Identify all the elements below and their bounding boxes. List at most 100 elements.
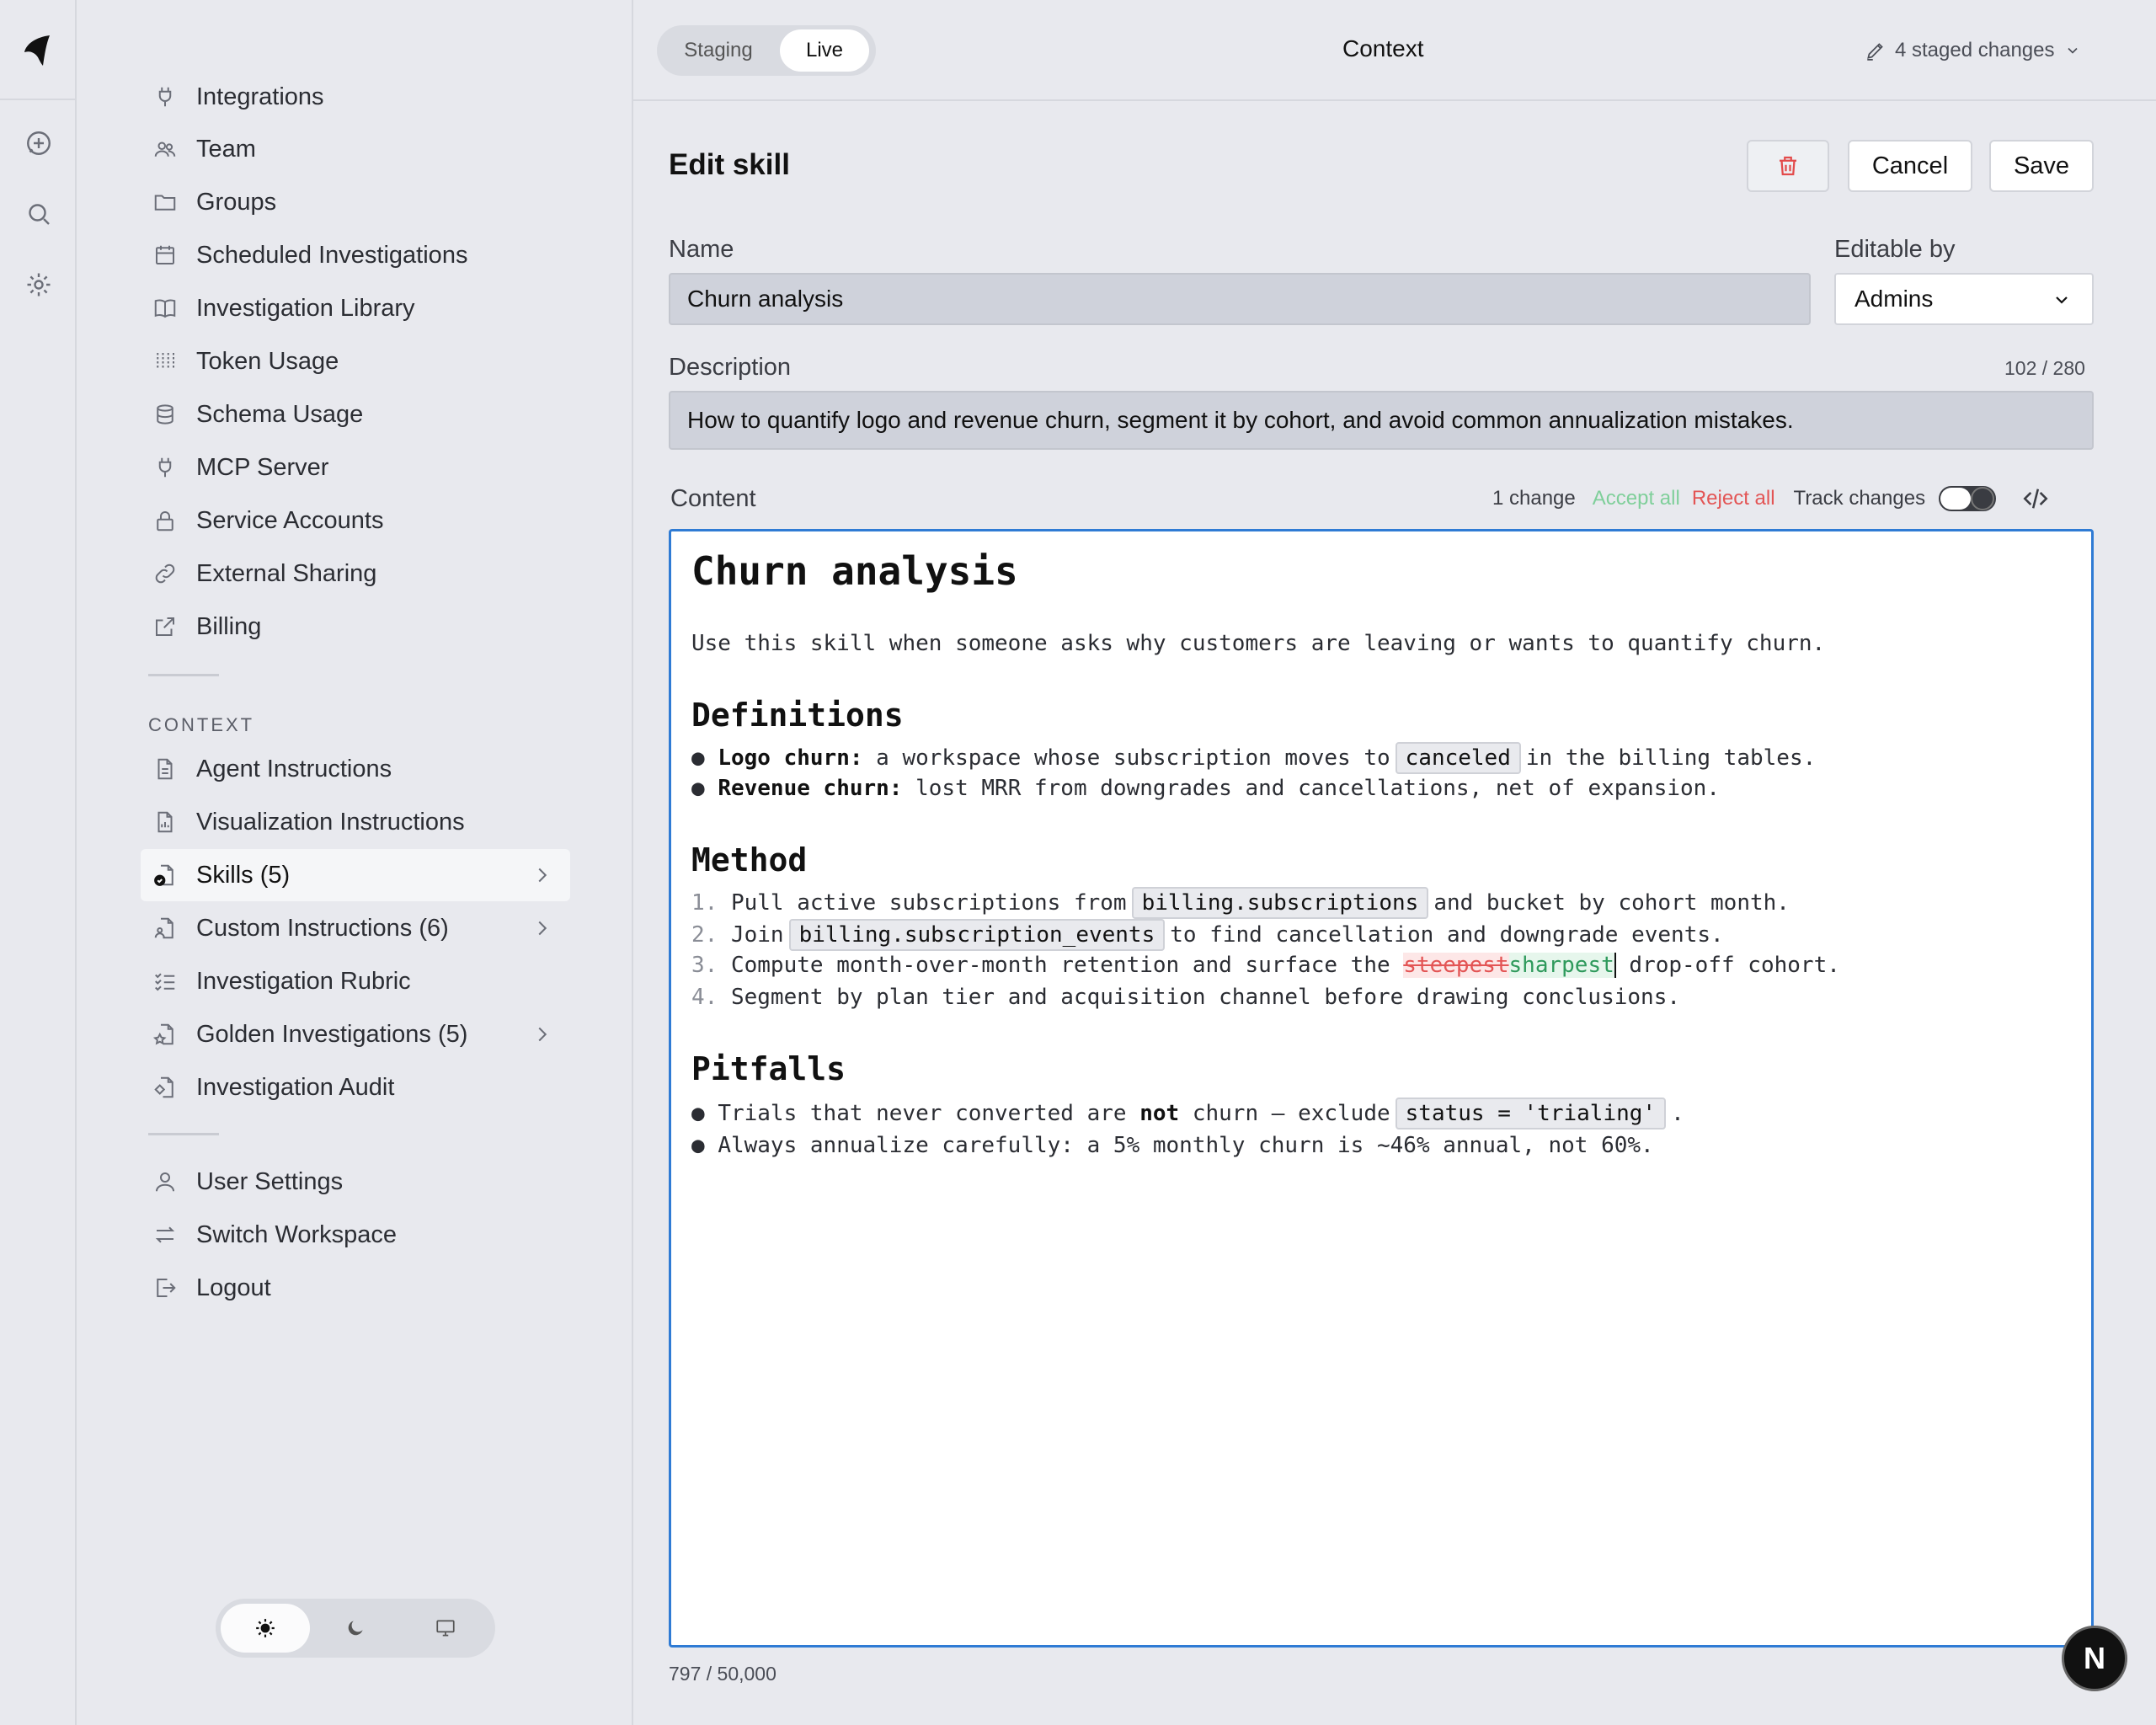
sidebar-item-label: Service Accounts	[196, 506, 384, 534]
track-changes-toggle[interactable]	[1939, 486, 1997, 511]
list-item: ● Trials that never converted are not ch…	[691, 1097, 1684, 1130]
main-panel: Staging Live Context 4 staged changes Ed…	[633, 0, 2156, 1725]
change-toolbar: 1 change Accept all Reject all Track cha…	[1492, 482, 2050, 515]
sidebar-item-label: Scheduled Investigations	[196, 241, 468, 269]
sidebar-item-external-sharing[interactable]: External Sharing	[141, 547, 570, 600]
editable-by-label: Editable by	[1834, 236, 1956, 263]
sidebar-item-visualization-instructions[interactable]: Visualization Instructions	[141, 796, 570, 848]
content-label: Content	[670, 485, 756, 512]
sidebar-item-custom-instructions[interactable]: Custom Instructions (6)	[141, 902, 570, 954]
sidebar-item-agent-instructions[interactable]: Agent Instructions	[141, 743, 570, 795]
light-theme-button[interactable]	[221, 1604, 310, 1653]
text: drop-off cohort.	[1615, 953, 1840, 978]
sidebar-item-investigation-rubric[interactable]: Investigation Rubric	[141, 955, 570, 1007]
rail-divider	[0, 99, 77, 100]
assistant-fab-button[interactable]: N	[2062, 1626, 2127, 1691]
sidebar-item-investigation-library[interactable]: Investigation Library	[141, 282, 570, 334]
sidebar-item-switch-workspace[interactable]: Switch Workspace	[141, 1209, 570, 1261]
sidebar-item-label: Visualization Instructions	[196, 808, 465, 836]
trash-icon	[1780, 156, 1796, 176]
search-icon[interactable]	[24, 199, 54, 229]
sidebar-item-label: MCP Server	[196, 453, 329, 481]
plug-icon	[152, 455, 178, 480]
accept-all-button[interactable]: Accept all	[1593, 487, 1680, 510]
change-count: 1 change	[1492, 487, 1576, 510]
name-input[interactable]: Churn analysis	[669, 273, 1811, 325]
deleted-text[interactable]: steepest	[1403, 953, 1509, 978]
settings-sidebar: Integrations Team Groups Scheduled Inves…	[77, 0, 633, 1725]
bold-text: Logo churn:	[718, 745, 863, 771]
sidebar-item-token-usage[interactable]: Token Usage	[141, 335, 570, 387]
sidebar-item-logout[interactable]: Logout	[141, 1262, 570, 1314]
sidebar-item-label: Investigation Audit	[196, 1073, 395, 1101]
sidebar-item-label: Logout	[196, 1274, 271, 1301]
sidebar-item-label: Team	[196, 135, 256, 163]
sidebar-item-label: Agent Instructions	[196, 755, 392, 782]
list-number: 1.	[691, 890, 718, 916]
save-button[interactable]: Save	[1989, 140, 2094, 192]
toggle-track	[1940, 488, 1972, 510]
cancel-button[interactable]: Cancel	[1848, 140, 1972, 192]
sidebar-item-label: Golden Investigations (5)	[196, 1020, 468, 1048]
inserted-text[interactable]: sharpest	[1508, 953, 1616, 978]
staging-tab[interactable]: Staging	[664, 29, 773, 72]
content-char-count: 797 / 50,000	[669, 1663, 776, 1685]
logo-icon[interactable]	[21, 32, 56, 67]
sidebar-item-scheduled-investigations[interactable]: Scheduled Investigations	[141, 229, 570, 281]
sidebar-item-label: Investigation Rubric	[196, 967, 411, 995]
sidebar-item-schema-usage[interactable]: Schema Usage	[141, 388, 570, 441]
doc-heading-definitions: Definitions	[691, 697, 904, 734]
bullet: ●	[691, 1133, 718, 1158]
settings-icon[interactable]	[24, 270, 54, 300]
reject-all-button[interactable]: Reject all	[1692, 487, 1775, 510]
dark-theme-button[interactable]	[311, 1604, 400, 1653]
sidebar-item-skills[interactable]: Skills (5)	[141, 849, 570, 901]
sidebar-item-label: Integrations	[196, 83, 324, 110]
chevron-down-icon	[2056, 296, 2068, 304]
sidebar-item-groups[interactable]: Groups	[141, 176, 570, 228]
sidebar-item-integrations[interactable]: Integrations	[141, 71, 570, 123]
file-icon	[152, 756, 178, 782]
sidebar-item-label: Custom Instructions (6)	[196, 914, 449, 942]
sidebar-item-investigation-audit[interactable]: Investigation Audit	[141, 1061, 570, 1114]
environment-toggle: Staging Live	[657, 25, 876, 76]
sidebar-item-service-accounts[interactable]: Service Accounts	[141, 494, 570, 547]
file-star-icon	[152, 1022, 178, 1047]
sidebar-item-team[interactable]: Team	[141, 123, 570, 175]
bullet: ●	[691, 745, 718, 771]
live-tab[interactable]: Live	[780, 29, 869, 72]
sidebar-item-billing[interactable]: Billing	[141, 601, 570, 653]
sidebar-item-label: Billing	[196, 612, 262, 640]
description-input[interactable]: How to quantify logo and revenue churn, …	[669, 391, 2094, 450]
name-label: Name	[669, 236, 734, 263]
context-section-label: CONTEXT	[148, 714, 255, 735]
system-theme-button[interactable]	[401, 1604, 490, 1653]
logout-icon	[152, 1275, 178, 1300]
new-chat-icon[interactable]	[24, 128, 54, 158]
chevron-right-icon	[530, 1022, 555, 1047]
file-check-icon	[152, 862, 178, 888]
staged-changes-dropdown[interactable]: 4 staged changes	[1865, 34, 2089, 67]
inline-code: billing.subscriptions	[1131, 887, 1429, 919]
delete-button[interactable]	[1747, 140, 1829, 192]
sidebar-item-mcp-server[interactable]: MCP Server	[141, 441, 570, 494]
doc-intro: Use this skill when someone asks why cus…	[691, 631, 1826, 656]
editable-by-select[interactable]: Admins	[1834, 273, 2094, 325]
icon-rail	[0, 0, 77, 1725]
switch-icon	[152, 1222, 178, 1247]
sidebar-item-golden-investigations[interactable]: Golden Investigations (5)	[141, 1008, 570, 1060]
sidebar-item-user-settings[interactable]: User Settings	[141, 1156, 570, 1208]
list-number: 2.	[691, 922, 718, 948]
edit-skill-heading: Edit skill	[669, 148, 790, 181]
doc-title: Churn analysis	[691, 548, 1018, 594]
content-editor[interactable]: Churn analysis Use this skill when someo…	[669, 529, 2094, 1648]
toggle-knob	[1972, 489, 1993, 509]
editable-by-value: Admins	[1854, 286, 1934, 312]
folder-icon	[152, 190, 178, 215]
text: a workspace whose subscription moves to	[862, 745, 1390, 771]
monitor-icon	[436, 1620, 455, 1637]
inline-code: canceled	[1395, 742, 1521, 774]
sidebar-divider	[148, 674, 219, 676]
database-icon	[152, 402, 178, 427]
code-view-icon[interactable]	[2021, 484, 2050, 513]
